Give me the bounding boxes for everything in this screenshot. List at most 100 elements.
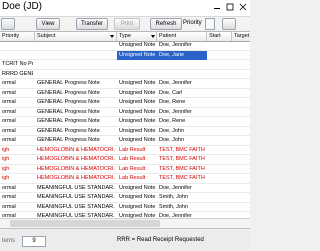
column-header-target[interactable]: Target: [232, 32, 250, 41]
scrollbar-thumb[interactable]: [10, 220, 160, 227]
cell-type: Unsigned Note: [119, 203, 156, 210]
cell-patient: Doe, Jennifer: [159, 80, 192, 86]
title-bar: Doe (JD): [0, 0, 250, 17]
cell-type: Unsigned Note: [119, 80, 156, 86]
cell-target: [232, 41, 250, 50]
cell-priority: TCRIT No Provider Found. No acct number.: [2, 61, 33, 67]
maximize-icon[interactable]: [225, 2, 235, 12]
cell-target: [232, 203, 250, 212]
cell-priority: ormal: [2, 108, 16, 115]
print-button[interactable]: Print: [114, 18, 140, 30]
column-header-priority[interactable]: Priority: [0, 32, 35, 41]
cell-priority: ormal: [2, 99, 16, 105]
priority-stepper[interactable]: [205, 18, 215, 30]
cell-start: [207, 41, 232, 50]
cell-type: [117, 70, 157, 79]
table-row[interactable]: ormal MEANINGFUL USE STANDAR... Unsigned N…: [0, 193, 250, 203]
cell-subject: MEANINGFUL USE STANDAR...: [37, 194, 115, 200]
column-header-start[interactable]: Start: [207, 32, 232, 41]
view-button[interactable]: View: [36, 18, 60, 30]
cell-type: Unsigned Note: [119, 184, 156, 191]
horizontal-scrollbar[interactable]: [0, 218, 250, 228]
table-row[interactable]: igh HEMOGLOBIN & HEMATOCRI... Lab Result TE…: [0, 146, 250, 155]
cell-subject: [35, 70, 115, 79]
cell-target: [232, 51, 250, 60]
cell-target: [232, 108, 250, 117]
table-row[interactable]: ormal GENERAL Progress Note Unsigned Note D…: [0, 89, 250, 98]
cell-patient: [157, 70, 207, 79]
cell-priority: ormal: [2, 118, 16, 124]
cell-start: [207, 89, 232, 98]
table-row[interactable]: igh HEMOGLOBIN & HEMATOCRI... Lab Result TE…: [0, 155, 250, 165]
cell-type: Unsigned Note: [119, 118, 156, 124]
cell-patient: Doe, Rene: [159, 118, 186, 124]
cell-priority: RRRD GENERAL ELM: [2, 70, 33, 77]
cell-subject: [35, 41, 115, 50]
cell-subject: MEANINGFUL USE STANDAR...: [37, 184, 115, 191]
table-row[interactable]: igh HEMOGLOBIN & HEMATOCRI... Lab Result TE…: [0, 174, 250, 184]
cell-type: Unsigned Note: [119, 108, 156, 115]
toolbar-left-button[interactable]: [1, 18, 15, 30]
cell-type: Unsigned Note: [119, 137, 156, 143]
toolbar: View Transfer Print Refresh Priority: [0, 17, 250, 30]
minimize-icon[interactable]: [212, 2, 222, 12]
cell-type: [117, 60, 157, 69]
table-row[interactable]: Unsigned Note Doe, Jane: [0, 50, 250, 60]
cell-type: Unsigned Note: [117, 50, 157, 60]
table-row[interactable]: igh HEMOGLOBIN & HEMATOCRI... Lab Result TE…: [0, 165, 250, 174]
cell-target: [232, 174, 250, 183]
cell-start: [207, 117, 232, 126]
cell-start: [207, 184, 232, 193]
close-icon[interactable]: [238, 2, 248, 12]
table-row[interactable]: ormal GENERAL Progress Note Unsigned Note D…: [0, 136, 250, 146]
cell-subject: GENERAL Progress Note: [37, 127, 100, 134]
table-row[interactable]: Unsigned Note Doe, Jennifer: [0, 41, 250, 51]
cell-subject: GENERAL Progress Note: [37, 108, 100, 115]
cell-target: [232, 60, 250, 69]
table-row[interactable]: ormal MEANINGFUL USE STANDAR... Unsigned N…: [0, 203, 250, 212]
table-row[interactable]: ormal GENERAL Progress Note Unsigned Note D…: [0, 98, 250, 108]
cell-start: [207, 165, 232, 174]
cell-patient: Doe, Jennifer: [159, 42, 192, 48]
cell-target: [232, 193, 250, 202]
cell-type: Unsigned Note: [119, 194, 156, 200]
column-header-subject[interactable]: Subject: [35, 32, 117, 41]
rrr-legend: RRR = Read Receipt Requested: [117, 237, 204, 243]
cell-target: [232, 155, 250, 164]
cell-patient: Doe, Jane: [157, 50, 207, 60]
table-row[interactable]: TCRIT No Provider Found. No acct number.: [0, 60, 250, 70]
cell-priority: ormal: [2, 80, 16, 86]
cell-start: [207, 174, 232, 183]
column-header-patient[interactable]: Patient: [157, 32, 207, 41]
table-row[interactable]: ormal GENERAL Progress Note Unsigned Note D…: [0, 108, 250, 117]
cell-type: Lab Result: [119, 175, 146, 181]
cell-subject: GENERAL Progress Note: [37, 99, 100, 105]
transfer-button[interactable]: Transfer: [76, 18, 108, 30]
status-bar: tems 9 RRR = Read Receipt Requested: [0, 228, 250, 251]
table-row[interactable]: ormal MEANINGFUL USE STANDAR... Unsigned N…: [0, 184, 250, 193]
table-row[interactable]: ormal GENERAL Progress Note Unsigned Note D…: [0, 79, 250, 89]
cell-patient: Doe, John: [159, 127, 185, 134]
cell-start: [207, 136, 232, 145]
cell-subject: HEMOGLOBIN & HEMATOCRI...: [37, 156, 115, 162]
cell-patient: Doe, Jennifer: [159, 108, 192, 115]
cell-priority: ormal: [2, 89, 16, 96]
cell-subject: GENERAL Progress Note: [37, 118, 100, 124]
cell-priority: igh: [2, 165, 10, 172]
table-row[interactable]: RRRD GENERAL ELM: [0, 70, 250, 79]
cell-subject: GENERAL Progress Note: [37, 80, 100, 86]
cell-start: [207, 70, 232, 79]
table-row[interactable]: ormal GENERAL Progress Note Unsigned Note D…: [0, 127, 250, 136]
cell-type: Lab Result: [119, 156, 146, 162]
cell-subject: GENERAL Progress Note: [37, 137, 100, 143]
cell-priority: ormal: [2, 137, 16, 143]
cell-patient: Smith, John: [159, 203, 189, 210]
cell-patient: TEST, BMC FAITH: [159, 156, 205, 162]
cell-type: Unsigned Note: [119, 127, 156, 134]
cell-subject: HEMOGLOBIN & HEMATOCRI...: [37, 165, 115, 172]
table-row[interactable]: ormal GENERAL Progress Note Unsigned Note D…: [0, 117, 250, 127]
toolbar-right-button[interactable]: [222, 18, 236, 30]
cell-start: [207, 193, 232, 202]
cell-start: [207, 108, 232, 117]
refresh-button[interactable]: Refresh: [150, 18, 182, 30]
